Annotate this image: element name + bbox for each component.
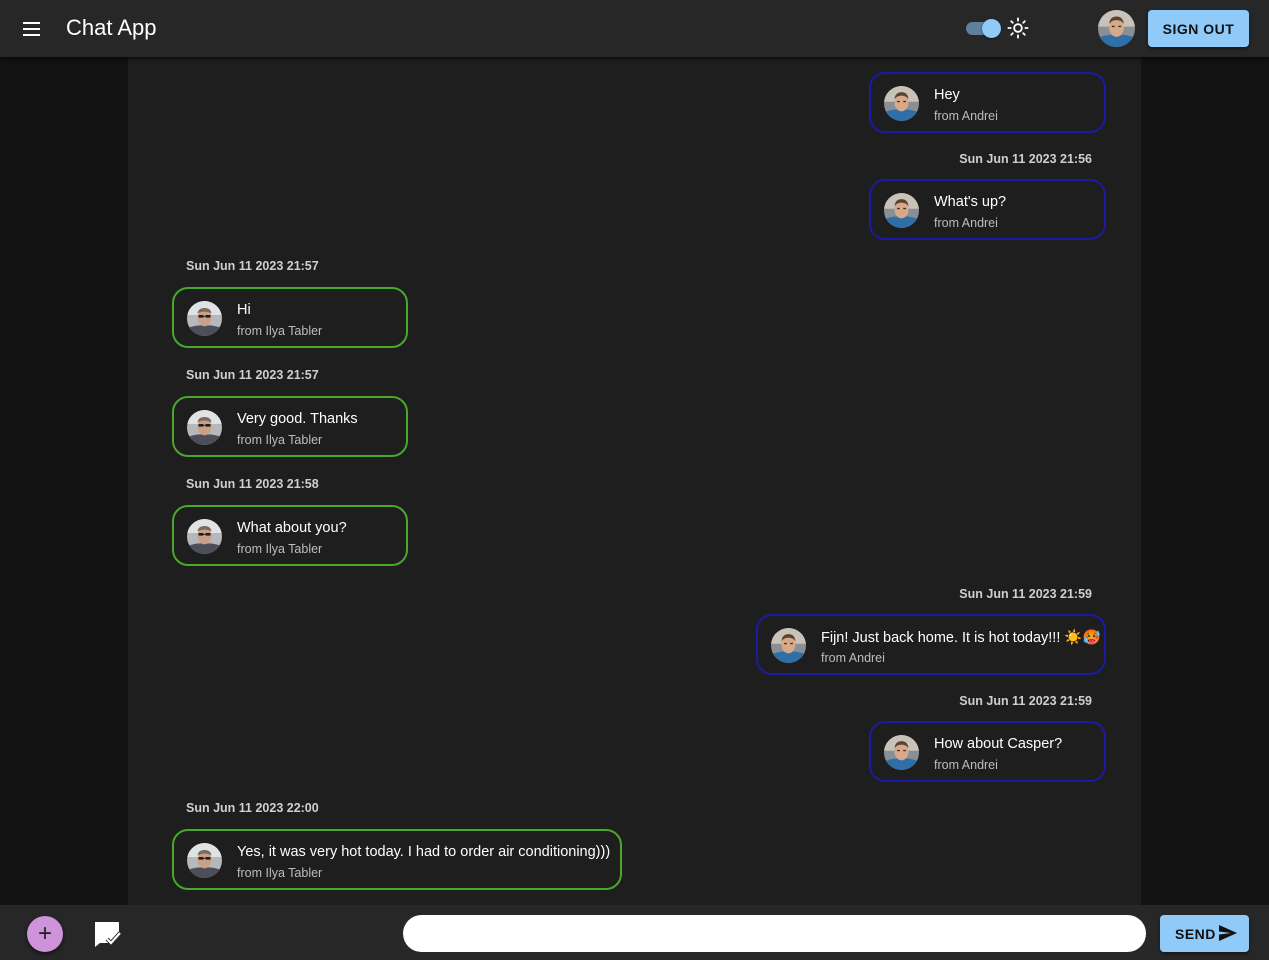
theme-toggle[interactable]: [964, 18, 1002, 38]
message-timestamp: Sun Jun 11 2023 22:00: [186, 801, 319, 815]
message-sender: from Andrei: [821, 651, 885, 665]
message-bubble: Yes, it was very hot today. I had to ord…: [172, 829, 622, 890]
avatar: [884, 86, 919, 121]
add-button[interactable]: +: [27, 916, 63, 952]
message-text: What's up?: [934, 194, 1007, 210]
user-avatar[interactable]: [1098, 10, 1135, 47]
message-bubble: Hi from Ilya Tabler: [172, 287, 408, 348]
avatar: [884, 193, 919, 228]
send-button[interactable]: SEND: [1160, 915, 1249, 952]
message-timestamp: Sun Jun 11 2023 21:56: [959, 152, 1092, 166]
app-title: Chat App: [66, 15, 157, 40]
avatar: [771, 628, 806, 663]
message-text: What about you?: [237, 520, 347, 536]
message-timestamp: Sun Jun 11 2023 21:59: [959, 694, 1092, 708]
message-text: How about Casper?: [934, 736, 1063, 752]
chat-panel: Hey from Andrei Sun Jun 11 2023 21:56 Wh…: [128, 57, 1141, 905]
message-bubble: Fijn! Just back home. It is hot today!!!…: [756, 614, 1106, 675]
message-sender: from Ilya Tabler: [237, 542, 323, 556]
message-sender: from Andrei: [934, 216, 998, 230]
message-text: Fijn! Just back home. It is hot today!!!…: [821, 630, 1101, 646]
send-label: SEND: [1175, 926, 1216, 942]
theme-toggle-thumb: [982, 19, 1001, 38]
sign-out-button[interactable]: SIGN OUT: [1148, 10, 1249, 47]
message-sender: from Ilya Tabler: [237, 866, 323, 880]
app-bar: Chat App SIGN OUT: [0, 0, 1269, 57]
message-text: Very good. Thanks: [237, 411, 358, 427]
sun-icon: [1007, 17, 1029, 39]
message-timestamp: Sun Jun 11 2023 21:57: [186, 368, 319, 382]
message-text: Hi: [237, 302, 251, 318]
message-bubble: What about you? from Ilya Tabler: [172, 505, 408, 566]
message-text: Yes, it was very hot today. I had to ord…: [237, 844, 611, 860]
avatar: [187, 519, 222, 554]
message-bubble: Very good. Thanks from Ilya Tabler: [172, 396, 408, 457]
chat-check-icon[interactable]: [91, 918, 123, 950]
message-text: Hey: [934, 87, 960, 103]
plus-icon: +: [37, 920, 52, 947]
composer-bar: + SEND: [0, 905, 1269, 960]
avatar: [187, 410, 222, 445]
message-timestamp: Sun Jun 11 2023 21:58: [186, 477, 319, 491]
message-sender: from Andrei: [934, 758, 998, 772]
message-bubble: How about Casper? from Andrei: [869, 721, 1106, 782]
message-sender: from Andrei: [934, 109, 998, 123]
avatar: [187, 843, 222, 878]
message-bubble: Hey from Andrei: [869, 72, 1106, 133]
message-bubble: What's up? from Andrei: [869, 179, 1106, 240]
avatar: [884, 735, 919, 770]
message-sender: from Ilya Tabler: [237, 324, 323, 338]
message-timestamp: Sun Jun 11 2023 21:59: [959, 587, 1092, 601]
menu-icon[interactable]: [14, 12, 48, 46]
avatar: [187, 301, 222, 336]
send-icon: [1219, 925, 1237, 941]
message-sender: from Ilya Tabler: [237, 433, 323, 447]
message-timestamp: Sun Jun 11 2023 21:57: [186, 259, 319, 273]
message-input[interactable]: [403, 915, 1146, 952]
